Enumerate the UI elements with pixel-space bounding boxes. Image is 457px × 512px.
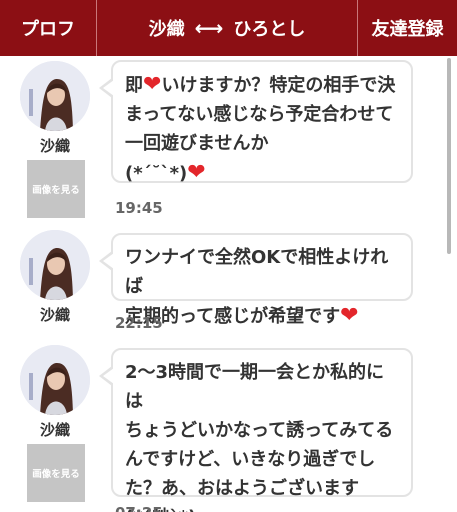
message-text: ちょうどいかなって誘ってみてる: [125, 420, 394, 441]
message-text: (*´艸`*): [125, 503, 399, 512]
profile-button[interactable]: プロフ: [0, 0, 97, 56]
message-timestamp: 07:25: [115, 504, 163, 512]
sender-name: 沙織: [148, 19, 185, 40]
view-image-button[interactable]: 画像を見る: [27, 160, 85, 218]
view-image-button[interactable]: 画像を見る: [27, 444, 85, 502]
message-item: 沙織 画像を見る 即❤いけますか？特定の相手で決 まってない感じなら予定合わせて…: [0, 56, 440, 226]
message-text: (*´˘`*): [125, 163, 188, 184]
message-timestamp: 19:45: [115, 199, 163, 217]
profile-photo-icon: [20, 345, 90, 415]
message-text: いけますか？特定の相手で決: [161, 75, 396, 96]
message-text: 2〜3時間で一期一会とか私的には: [125, 362, 385, 412]
message-item: 沙織 画像を見る 2〜3時間で一期一会とか私的には ちょうどいかなって誘ってみて…: [0, 340, 440, 512]
sender-name-label: 沙織: [39, 421, 70, 439]
profile-photo-icon: [20, 61, 90, 131]
exchange-arrow-icon: ⟷: [194, 16, 224, 40]
message-bubble: 即❤いけますか？特定の相手で決 まってない感じなら予定合わせて 一回遊びませんか…: [99, 60, 413, 185]
message-bubble: 2〜3時間で一期一会とか私的には ちょうどいかなって誘ってみてる んですけど、い…: [99, 348, 413, 512]
add-friend-button[interactable]: 友達登録: [357, 0, 457, 56]
scrollbar[interactable]: [447, 58, 451, 254]
message-bubble: ワンナイで全然OKで相性よければ 定期的って感じが希望です❤: [99, 233, 413, 328]
message-text: まってない感じなら予定合わせて: [125, 104, 394, 125]
chat-header: プロフ 沙織 ⟷ ひろとし 友達登録: [0, 0, 457, 56]
message-text: た？あ、おはようございます: [125, 478, 359, 499]
heart-icon: ❤: [143, 72, 162, 97]
receiver-name: ひろとし: [233, 19, 306, 40]
message-timestamp: 22:15: [115, 314, 163, 332]
sender-name-label: 沙織: [39, 137, 70, 155]
heart-icon: ❤: [340, 303, 359, 328]
profile-button-label: プロフ: [21, 19, 75, 40]
sender-name-label: 沙織: [39, 306, 70, 324]
message-text: ワンナイで全然OKで相性よければ: [125, 247, 389, 297]
chat-title: 沙織 ⟷ ひろとし: [97, 15, 357, 41]
avatar[interactable]: [20, 230, 90, 300]
message-text: 一回遊びませんか: [125, 133, 269, 154]
message-text: 即: [125, 75, 143, 96]
message-item: 沙織 ワンナイで全然OKで相性よければ 定期的って感じが希望です❤ 22:15: [0, 225, 440, 335]
add-friend-label: 友達登録: [371, 19, 444, 40]
avatar[interactable]: [20, 345, 90, 415]
message-text: んですけど、いきなり過ぎでし: [125, 449, 376, 470]
heart-icon: ❤: [187, 160, 206, 185]
profile-photo-icon: [20, 230, 90, 300]
avatar[interactable]: [20, 61, 90, 131]
